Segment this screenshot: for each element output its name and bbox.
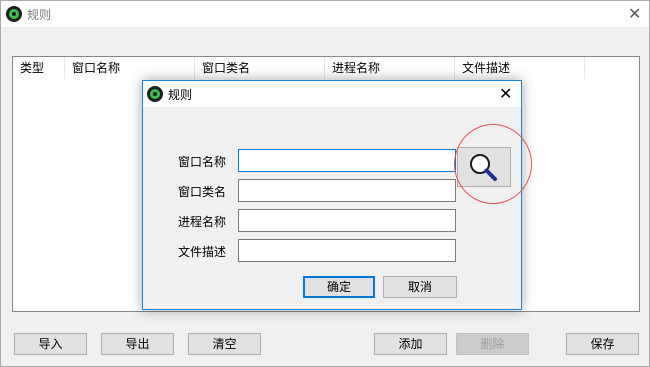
column-header-window-name[interactable]: 窗口名称	[65, 57, 195, 79]
window-name-label: 窗口名称	[178, 155, 227, 169]
window-title: 规则	[27, 8, 52, 22]
process-name-label: 进程名称	[178, 215, 227, 229]
window-titlebar: 规则 ✕	[1, 1, 649, 27]
add-button[interactable]: 添加	[374, 333, 447, 355]
window-class-label: 窗口类名	[178, 185, 227, 199]
dialog-title: 规则	[168, 88, 193, 102]
app-icon	[6, 6, 22, 22]
dialog-close-icon[interactable]: ✕	[499, 86, 512, 102]
import-button[interactable]: 导入	[14, 333, 87, 355]
column-header-type[interactable]: 类型	[13, 57, 65, 79]
cancel-button[interactable]: 取消	[383, 276, 457, 298]
dialog-app-icon	[147, 86, 163, 102]
delete-button[interactable]: 删除	[456, 333, 529, 355]
close-icon[interactable]: ✕	[628, 6, 641, 22]
list-header: 类型 窗口名称 窗口类名 进程名称 文件描述	[13, 57, 639, 79]
clear-button[interactable]: 清空	[188, 333, 261, 355]
export-button[interactable]: 导出	[101, 333, 174, 355]
process-name-input[interactable]	[238, 209, 456, 232]
column-header-process-name[interactable]: 进程名称	[325, 57, 455, 79]
file-description-input[interactable]	[238, 239, 456, 262]
window-name-input[interactable]	[238, 149, 456, 172]
save-button[interactable]: 保存	[566, 333, 639, 355]
ok-button[interactable]: 确定	[303, 276, 375, 298]
column-header-file-description[interactable]: 文件描述	[455, 57, 585, 79]
file-description-label: 文件描述	[178, 245, 227, 259]
dialog-titlebar: 规则 ✕	[143, 81, 521, 107]
rule-dialog: 规则 ✕ 窗口名称 窗口类名 进程名称 文件描述 确定 取消	[142, 80, 522, 310]
window-class-input[interactable]	[238, 179, 456, 202]
column-header-window-class[interactable]: 窗口类名	[195, 57, 325, 79]
highlight-ring	[454, 124, 532, 204]
